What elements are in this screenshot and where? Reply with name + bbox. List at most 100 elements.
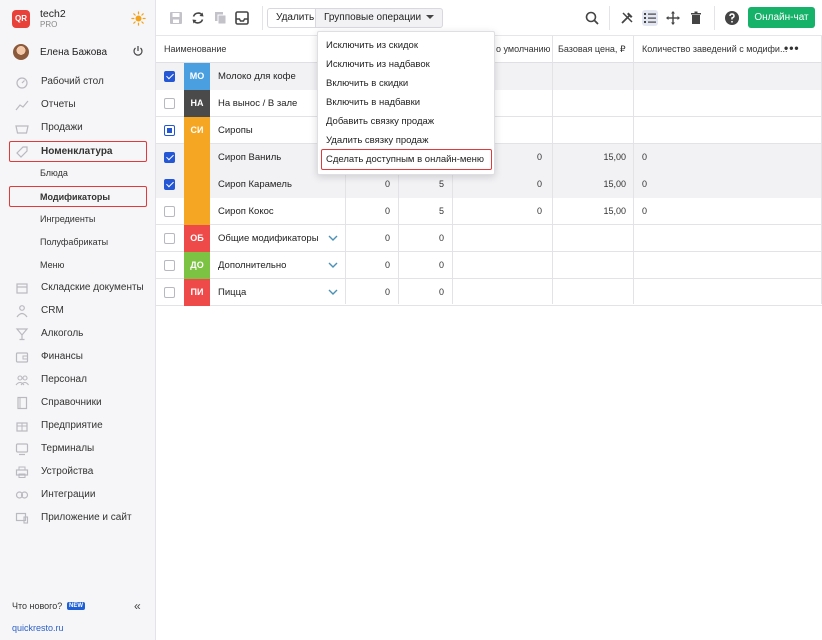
copy-icon[interactable] [212, 10, 228, 26]
table-row[interactable]: Сироп Кокос 0 5 0 15,00 0 [156, 198, 822, 225]
table-row[interactable]: ПИ Пицца 0 0 [156, 279, 822, 306]
sidebar-item-label: Справочники [41, 397, 102, 408]
table-row[interactable]: Сироп Карамель 0 5 0 15,00 0 [156, 171, 822, 198]
menu-item-include-markups[interactable]: Включить в надбавки [326, 97, 420, 108]
sidebar-subitem-ingredients[interactable]: Ингредиенты [0, 210, 156, 228]
table-row[interactable]: ДО Дополнительно 0 0 [156, 252, 822, 279]
sidebar-item-crm[interactable]: CRM [0, 301, 156, 321]
group-operations-button[interactable]: Групповые операции [315, 8, 444, 28]
chevron-down-icon[interactable] [328, 260, 338, 270]
group-tag: ОБ [184, 225, 210, 252]
app-logo: QR [12, 10, 30, 28]
sidebar-item-finance[interactable]: Финансы [0, 347, 156, 367]
sidebar-item-nomenclature[interactable]: Номенклатура [0, 142, 156, 162]
search-icon[interactable] [584, 10, 600, 26]
menu-item-include-discounts[interactable]: Включить в скидки [326, 78, 408, 89]
cell-venues: 0 [642, 179, 648, 189]
sidebar-item-enterprise[interactable]: Предприятие [0, 416, 156, 436]
sidebar-item-warehouse[interactable]: Складские документы [0, 278, 156, 298]
sidebar-subitem-menu[interactable]: Меню [0, 256, 156, 274]
move-icon[interactable] [665, 10, 681, 26]
sidebar-subitem-modifiers[interactable]: Модификаторы [0, 188, 156, 206]
sidebar-item-devices[interactable]: Устройства [0, 462, 156, 482]
row-name: Дополнительно [218, 260, 287, 271]
toolbar-divider [609, 6, 610, 30]
row-checkbox[interactable] [164, 125, 175, 136]
cell-value: 0 [536, 179, 542, 189]
sun-icon[interactable] [131, 11, 146, 26]
sidebar-item-label: CRM [41, 305, 64, 316]
collapse-sidebar-icon[interactable]: « [134, 599, 141, 613]
row-checkbox[interactable] [164, 179, 175, 190]
avatar [13, 44, 29, 60]
power-icon[interactable] [132, 45, 144, 57]
sidebar-subitem-dishes[interactable]: Блюда [0, 164, 156, 182]
cell-price: 15,00 [603, 152, 626, 162]
user-name: Елена Бажова [40, 47, 108, 58]
row-checkbox[interactable] [164, 287, 175, 298]
row-name: Сироп Карамель [218, 179, 292, 190]
refresh-icon[interactable] [190, 10, 206, 26]
brand[interactable]: QR tech2 PRO [10, 8, 150, 30]
online-chat-button[interactable]: Онлайн-чат [748, 7, 815, 28]
row-checkbox[interactable] [164, 260, 175, 271]
sidebar-item-desktop[interactable]: Рабочий стол [0, 72, 156, 92]
row-checkbox[interactable] [164, 206, 175, 217]
more-options-icon[interactable]: ••• [784, 41, 800, 55]
people-icon [16, 305, 28, 318]
menu-item-add-sales-bundle[interactable]: Добавить связку продаж [326, 116, 434, 127]
column-header-name[interactable]: Наименование [164, 44, 226, 54]
inbox-icon[interactable] [234, 10, 250, 26]
menu-item-exclude-markups[interactable]: Исключить из надбавок [326, 59, 430, 70]
row-checkbox[interactable] [164, 152, 175, 163]
help-icon[interactable] [724, 10, 740, 26]
wallet-icon [15, 352, 29, 363]
row-checkbox[interactable] [164, 98, 175, 109]
row-checkbox[interactable] [164, 71, 175, 82]
menu-item-exclude-discounts[interactable]: Исключить из скидок [326, 40, 418, 51]
trash-icon[interactable] [688, 10, 704, 26]
sidebar-item-app-site[interactable]: Приложение и сайт [0, 508, 156, 528]
glass-icon [15, 328, 29, 341]
chevron-down-icon[interactable] [328, 233, 338, 243]
printer-icon [15, 466, 29, 478]
cell-price: 15,00 [603, 206, 626, 216]
dashboard-icon [16, 77, 28, 89]
cell-value: 0 [536, 152, 542, 162]
sidebar-item-label: Блюда [40, 168, 68, 178]
sidebar-item-sales[interactable]: Продажи [0, 118, 156, 138]
tools-icon[interactable] [619, 10, 635, 26]
cell-venues: 0 [642, 206, 648, 216]
row-name: Сиропы [218, 125, 253, 136]
sidebar-item-alcohol[interactable]: Алкоголь [0, 324, 156, 344]
group-operations-label: Групповые операции [324, 12, 422, 23]
sidebar-item-staff[interactable]: Персонал [0, 370, 156, 390]
save-icon[interactable] [168, 10, 184, 26]
cell-value: 0 [384, 179, 390, 189]
cell-value: 0 [536, 206, 542, 216]
site-link[interactable]: quickresto.ru [12, 623, 64, 633]
sidebar-item-integrations[interactable]: Интеграции [0, 485, 156, 505]
chart-icon [15, 100, 29, 111]
list-view-icon[interactable] [642, 10, 658, 26]
sidebar-item-reports[interactable]: Отчеты [0, 95, 156, 115]
user-profile[interactable]: Елена Бажова [10, 44, 150, 62]
sidebar-item-label: Персонал [41, 374, 87, 385]
basket-icon [15, 125, 29, 134]
table-row[interactable]: ОБ Общие модификаторы 0 0 [156, 225, 822, 252]
whats-new-link[interactable]: Что нового? [12, 601, 62, 611]
menu-item-make-available-online[interactable]: Сделать доступным в онлайн-меню [326, 154, 484, 165]
column-header-venues[interactable]: Количество заведений с модифи... [642, 44, 787, 54]
column-header-base-price[interactable]: Базовая цена, ₽ [558, 44, 626, 55]
column-header-default[interactable]: о умолчанию [496, 44, 550, 54]
chevron-down-icon[interactable] [328, 287, 338, 297]
building-icon [16, 422, 28, 432]
row-checkbox[interactable] [164, 233, 175, 244]
menu-item-remove-sales-bundle[interactable]: Удалить связку продаж [326, 135, 428, 146]
sidebar-item-terminals[interactable]: Терминалы [0, 439, 156, 459]
sidebar-subitem-semi[interactable]: Полуфабрикаты [0, 233, 156, 251]
sidebar-item-label: Финансы [41, 351, 83, 362]
warehouse-icon [16, 283, 28, 294]
cell-value: 5 [438, 206, 444, 216]
sidebar-item-refs[interactable]: Справочники [0, 393, 156, 413]
